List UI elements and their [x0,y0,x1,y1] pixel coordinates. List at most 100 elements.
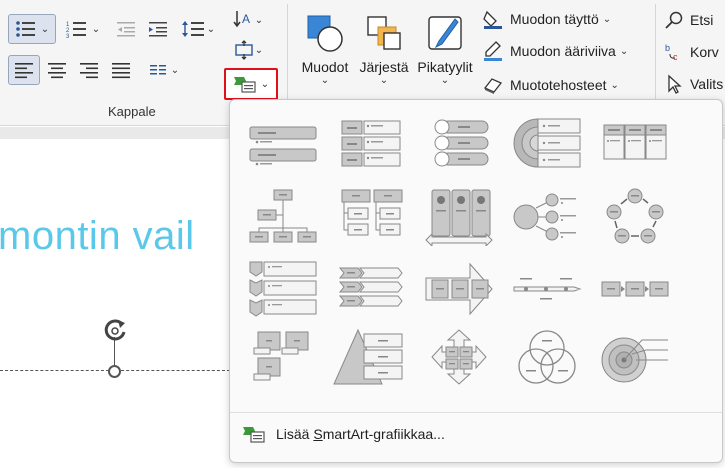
smartart-layout-table-hierarchy[interactable] [330,186,412,248]
chevron-down-icon: ⌄ [40,23,50,35]
paragraph-group-label: Kappale [108,104,156,119]
smartart-layout-pyramid-list[interactable] [330,326,412,388]
shapes-icon [307,15,343,52]
shapes-button[interactable]: Muodot ⌄ [296,6,354,92]
shape-effects-label: Muototehosteet [510,77,607,93]
shape-effects-icon [483,78,503,94]
quick-styles-icon [428,15,462,50]
quick-styles-button[interactable]: Pikatyylit ⌄ [414,6,476,92]
smartart-layout-basic-cycle[interactable] [594,186,676,248]
justify-button[interactable] [106,55,136,85]
slide-title-text[interactable]: montin vail [0,214,195,259]
chevron-down-icon: ⌄ [260,78,270,90]
quick-styles-label: Pikatyylit [417,58,473,75]
svg-text:b: b [665,43,670,53]
smartart-layout-icon [601,337,668,383]
smartart-layout-process-arrows[interactable] [418,258,500,320]
chevron-down-icon: ⌄ [254,14,264,26]
columns-icon [149,65,166,75]
chevron-down-icon: ⌄ [91,23,101,35]
smartart-layout-basic-venn[interactable] [506,326,588,388]
chevron-down-icon: ⌄ [254,44,264,56]
increase-indent-button[interactable] [144,14,172,44]
align-text-button[interactable]: ⌄ [228,36,268,64]
justify-icon [112,63,130,79]
decrease-indent-button[interactable] [112,14,140,44]
smartart-layout-radial-list[interactable] [506,186,588,248]
convert-to-smartart-button[interactable]: ⌄ [224,68,278,100]
smartart-gallery-dropdown: Lisää SmartArt-grafiikkaa... [229,99,723,463]
smartart-layout-vertical-circle-list[interactable] [418,112,500,174]
chevron-down-icon: ⌄ [610,79,619,91]
smartart-layout-vertical-arrow-list[interactable] [330,258,412,320]
smartart-layout-basic-process[interactable] [594,258,676,320]
smartart-layout-icon [606,188,664,244]
align-right-icon [80,63,98,79]
select-button[interactable]: Valits [664,72,725,96]
shape-outline-label: Muodon ääriviiva [510,43,616,59]
smartart-layout-icon [518,330,576,384]
chevron-down-icon: ⌄ [440,74,450,86]
increase-indent-icon [149,22,167,37]
pen-outline-icon [484,41,502,61]
shape-outline-button[interactable]: Muodon ääriviiva ⌄ [482,38,652,64]
smartart-layout-horizontal-bullet-list[interactable] [594,112,676,174]
smartart-layout-nested-target-list[interactable] [506,112,588,174]
smartart-layout-icon [425,189,493,246]
align-center-button[interactable] [42,55,72,85]
smartart-layout-hierarchy-list[interactable] [418,186,500,248]
line-spacing-button[interactable]: ⌄ [176,14,220,44]
align-right-button[interactable] [74,55,104,85]
chevron-down-icon: ⌄ [379,74,389,86]
smartart-layout-icon [513,193,576,241]
paint-bucket-icon [483,10,502,29]
numbered-list-icon: 1 2 3 [66,22,86,39]
decrease-indent-icon [117,22,135,37]
chevron-down-icon: ⌄ [320,74,330,86]
chevron-down-icon: ⌄ [602,13,612,25]
replace-label: Korv [690,44,719,60]
align-text-icon [235,40,253,60]
smartart-layout-diverging-arrows[interactable] [418,326,500,388]
smartart-layout-vertical-bullet-list[interactable] [330,112,412,174]
svg-text:A: A [242,12,250,26]
shape-effects-button[interactable]: Muototehosteet ⌄ [482,72,642,98]
shapes-label: Muodot [301,58,349,75]
smartart-layout-target[interactable] [594,326,676,388]
smartart-layout-vertical-chevron-list[interactable] [242,258,324,320]
arrange-button[interactable]: Järjestä ⌄ [356,6,412,92]
search-icon [665,11,683,29]
numbering-button[interactable]: 1 2 3 ⌄ [62,14,104,44]
svg-text:3: 3 [66,34,70,39]
text-direction-button[interactable]: A ⌄ [228,6,268,34]
shape-fill-label: Muodon täyttö [510,11,599,27]
smartart-layout-icon [513,118,581,168]
shape-fill-button[interactable]: Muodon täyttö ⌄ [482,6,642,32]
smartart-layout-basic-block-list[interactable] [242,112,324,174]
smartart-layout-icon [425,262,493,316]
rotate-icon[interactable] [100,316,130,346]
align-center-icon [48,63,66,79]
smartart-layout-icon [249,189,317,243]
cursor-arrow-icon [668,74,682,94]
more-smartart-label: Lisää SmartArt-grafiikkaa... [276,426,445,442]
chevron-down-icon: ⌄ [619,45,629,57]
align-left-button[interactable] [8,55,40,85]
more-smartart-graphics-item[interactable]: Lisää SmartArt-grafiikkaa... [242,422,445,446]
smartart-layout-timeline[interactable] [506,258,588,320]
select-label: Valits [690,76,724,92]
chevron-down-icon: ⌄ [170,64,180,76]
smartart-layout-icon [601,281,669,297]
align-left-icon [15,63,33,79]
replace-button[interactable]: b c Korv [664,40,725,64]
bullets-button[interactable]: ⌄ [8,14,56,44]
smartart-layout-icon [333,328,403,385]
smartart-layout-icon [603,124,667,160]
smartart-layout-hierarchy[interactable] [242,186,324,248]
find-button[interactable]: Etsi [664,8,725,32]
smartart-layout-picture-list[interactable] [242,326,324,388]
columns-button[interactable]: ⌄ [144,55,184,85]
smartart-icon [233,77,256,93]
replace-icon: b c [665,43,678,62]
resize-handle[interactable] [108,365,121,378]
